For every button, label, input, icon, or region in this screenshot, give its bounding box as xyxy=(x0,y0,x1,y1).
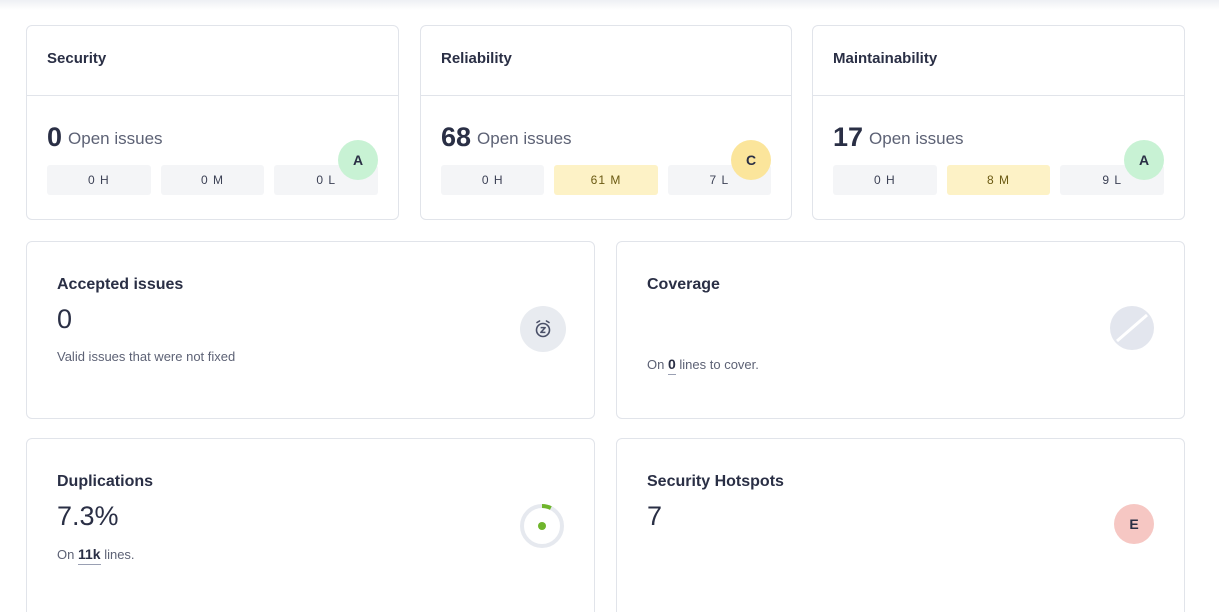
coverage-title: Coverage xyxy=(647,276,720,293)
maintainability-grade-badge[interactable]: A xyxy=(1124,140,1164,180)
alarm-z-icon xyxy=(520,306,566,352)
reliability-sev-medium[interactable]: 61 M xyxy=(554,165,658,195)
coverage-description: On 0 lines to cover. xyxy=(647,356,1154,375)
duplications-card[interactable]: Duplications 7.3% On 11k lines. xyxy=(26,438,595,612)
security-title: Security xyxy=(27,26,398,96)
coverage-lines-value[interactable]: 0 xyxy=(667,356,676,375)
reliability-sev-high[interactable]: 0 H xyxy=(441,165,545,195)
coverage-empty-icon xyxy=(1109,305,1155,351)
maintainability-sev-high[interactable]: 0 H xyxy=(833,165,937,195)
security-sev-medium[interactable]: 0 M xyxy=(160,165,265,195)
duplications-sub-suffix: lines. xyxy=(104,547,135,562)
maintainability-sev-medium[interactable]: 8 M xyxy=(946,165,1051,195)
security-hotspots-grade-badge[interactable]: E xyxy=(1114,504,1154,544)
accepted-issues-value[interactable]: 0 xyxy=(57,304,564,335)
security-hotspots-value[interactable]: 7 xyxy=(647,501,1154,532)
security-grade-badge[interactable]: A xyxy=(338,140,378,180)
duplications-title: Duplications xyxy=(57,473,154,490)
duplications-sub-prefix: On xyxy=(57,547,75,562)
duplication-donut-icon xyxy=(519,503,565,549)
security-sev-high[interactable]: 0 H xyxy=(47,165,151,195)
reliability-grade-badge[interactable]: C xyxy=(731,140,771,180)
coverage-sub-prefix: On xyxy=(647,357,665,372)
coverage-sub-suffix: lines to cover. xyxy=(679,357,759,372)
top-bar xyxy=(0,0,1219,10)
accepted-issues-title: Accepted issues xyxy=(57,276,184,293)
reliability-card[interactable]: Reliability 68 Open issues C 0 H 61 M 7 … xyxy=(420,25,792,220)
duplications-description: On 11k lines. xyxy=(57,546,564,565)
maintainability-title: Maintainability xyxy=(813,26,1184,96)
accepted-issues-card[interactable]: Accepted issues 0 Valid issues that were… xyxy=(26,241,595,419)
reliability-title: Reliability xyxy=(421,26,791,96)
reliability-open-count[interactable]: 68 xyxy=(441,122,471,153)
security-card[interactable]: Security 0 Open issues A 0 H 0 M 0 L xyxy=(26,25,399,220)
coverage-card[interactable]: Coverage On 0 lines to cover. xyxy=(616,241,1185,419)
maintainability-open-count[interactable]: 17 xyxy=(833,122,863,153)
security-hotspots-card[interactable]: Security Hotspots 7 E xyxy=(616,438,1185,612)
reliability-open-label: Open issues xyxy=(477,129,572,148)
security-open-label: Open issues xyxy=(68,129,163,148)
duplications-lines-value[interactable]: 11k xyxy=(77,546,101,565)
maintainability-open-label: Open issues xyxy=(869,129,964,148)
maintainability-card[interactable]: Maintainability 17 Open issues A 0 H 8 M… xyxy=(812,25,1185,220)
accepted-issues-description: Valid issues that were not fixed xyxy=(57,349,236,364)
security-hotspots-title: Security Hotspots xyxy=(647,473,784,490)
security-open-count[interactable]: 0 xyxy=(47,122,62,153)
duplications-value[interactable]: 7.3% xyxy=(57,501,564,532)
